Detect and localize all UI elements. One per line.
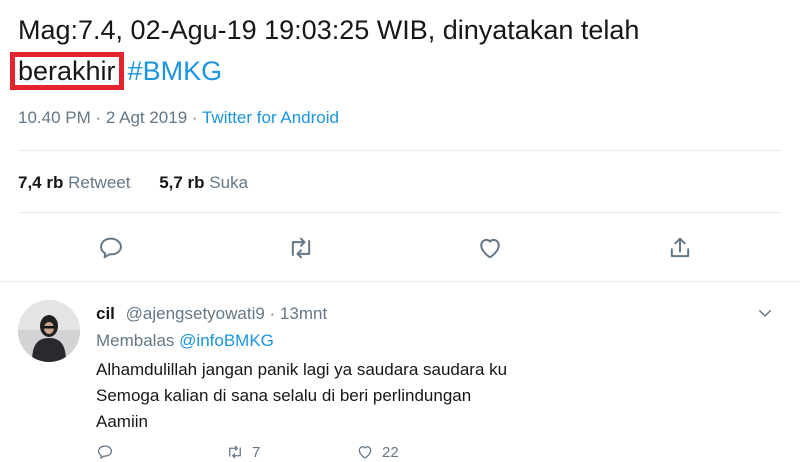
divider xyxy=(18,150,782,151)
like-icon[interactable] xyxy=(476,234,504,262)
highlighted-word: berakhir xyxy=(10,52,124,90)
divider xyxy=(18,212,782,213)
tweet-source[interactable]: Twitter for Android xyxy=(202,108,339,127)
hashtag-link[interactable]: #BMKG xyxy=(128,56,223,86)
retweet-label: Retweet xyxy=(68,173,131,192)
reply-line: Semoga kalian di sana selalu di beri per… xyxy=(96,386,472,405)
tweet-actions xyxy=(0,230,800,266)
chevron-down-icon[interactable] xyxy=(756,304,774,322)
reply-text: Alhamdulillah jangan panik lagi ya sauda… xyxy=(96,357,507,435)
reply-author-name[interactable]: cil xyxy=(96,304,115,323)
tweet-text-line-2: berakhir #BMKG xyxy=(10,52,223,90)
retweet-stat[interactable]: 7,4 rb Retweet xyxy=(18,173,130,192)
like-stat[interactable]: 5,7 rb Suka xyxy=(159,173,248,192)
retweet-icon xyxy=(229,445,241,459)
reply-time[interactable]: · 13mnt xyxy=(270,304,328,323)
tweet-stats: 7,4 rb Retweet 5,7 rb Suka xyxy=(18,173,272,193)
like-count: 5,7 rb xyxy=(159,173,205,192)
avatar[interactable] xyxy=(18,300,80,362)
reply-actions: 7 22 xyxy=(96,442,696,462)
reply-icon[interactable] xyxy=(97,234,125,262)
like-icon xyxy=(358,446,372,459)
reply-tweet[interactable]: cil @ajengsetyowati9 · 13mnt Membalas @i… xyxy=(0,282,800,461)
tweet-timestamp: 10.40 PM · 2 Agt 2019 · Twitter for Andr… xyxy=(18,108,339,128)
reply-like-count: 22 xyxy=(382,443,399,461)
share-icon[interactable] xyxy=(666,234,694,262)
retweet-icon[interactable] xyxy=(287,234,315,262)
reply-author-handle[interactable]: @ajengsetyowati9 xyxy=(126,304,265,323)
tweet-text-line-1: Mag:7.4, 02-Agu-19 19:03:25 WIB, dinyata… xyxy=(18,15,640,45)
reply-line: Alhamdulillah jangan panik lagi ya sauda… xyxy=(96,360,508,379)
reply-like-action[interactable]: 22 xyxy=(356,442,399,462)
reply-retweet-count: 7 xyxy=(252,443,261,461)
main-tweet: Mag:7.4, 02-Agu-19 19:03:25 WIB, dinyata… xyxy=(0,0,800,281)
retweet-count: 7,4 rb xyxy=(18,173,64,192)
tweet-time[interactable]: 10.40 PM · 2 Agt 2019 · xyxy=(18,108,202,127)
reply-retweet-action[interactable]: 7 xyxy=(226,442,260,462)
reply-reply-action[interactable] xyxy=(96,442,122,462)
replying-to: Membalas @infoBMKG xyxy=(96,331,274,351)
replying-label: Membalas xyxy=(96,331,175,350)
reply-icon xyxy=(97,445,113,460)
like-label: Suka xyxy=(209,173,249,192)
mention-link[interactable]: @infoBMKG xyxy=(179,331,274,350)
reply-header: cil @ajengsetyowati9 · 13mnt xyxy=(96,304,327,324)
reply-line: Aamiin xyxy=(96,412,148,431)
